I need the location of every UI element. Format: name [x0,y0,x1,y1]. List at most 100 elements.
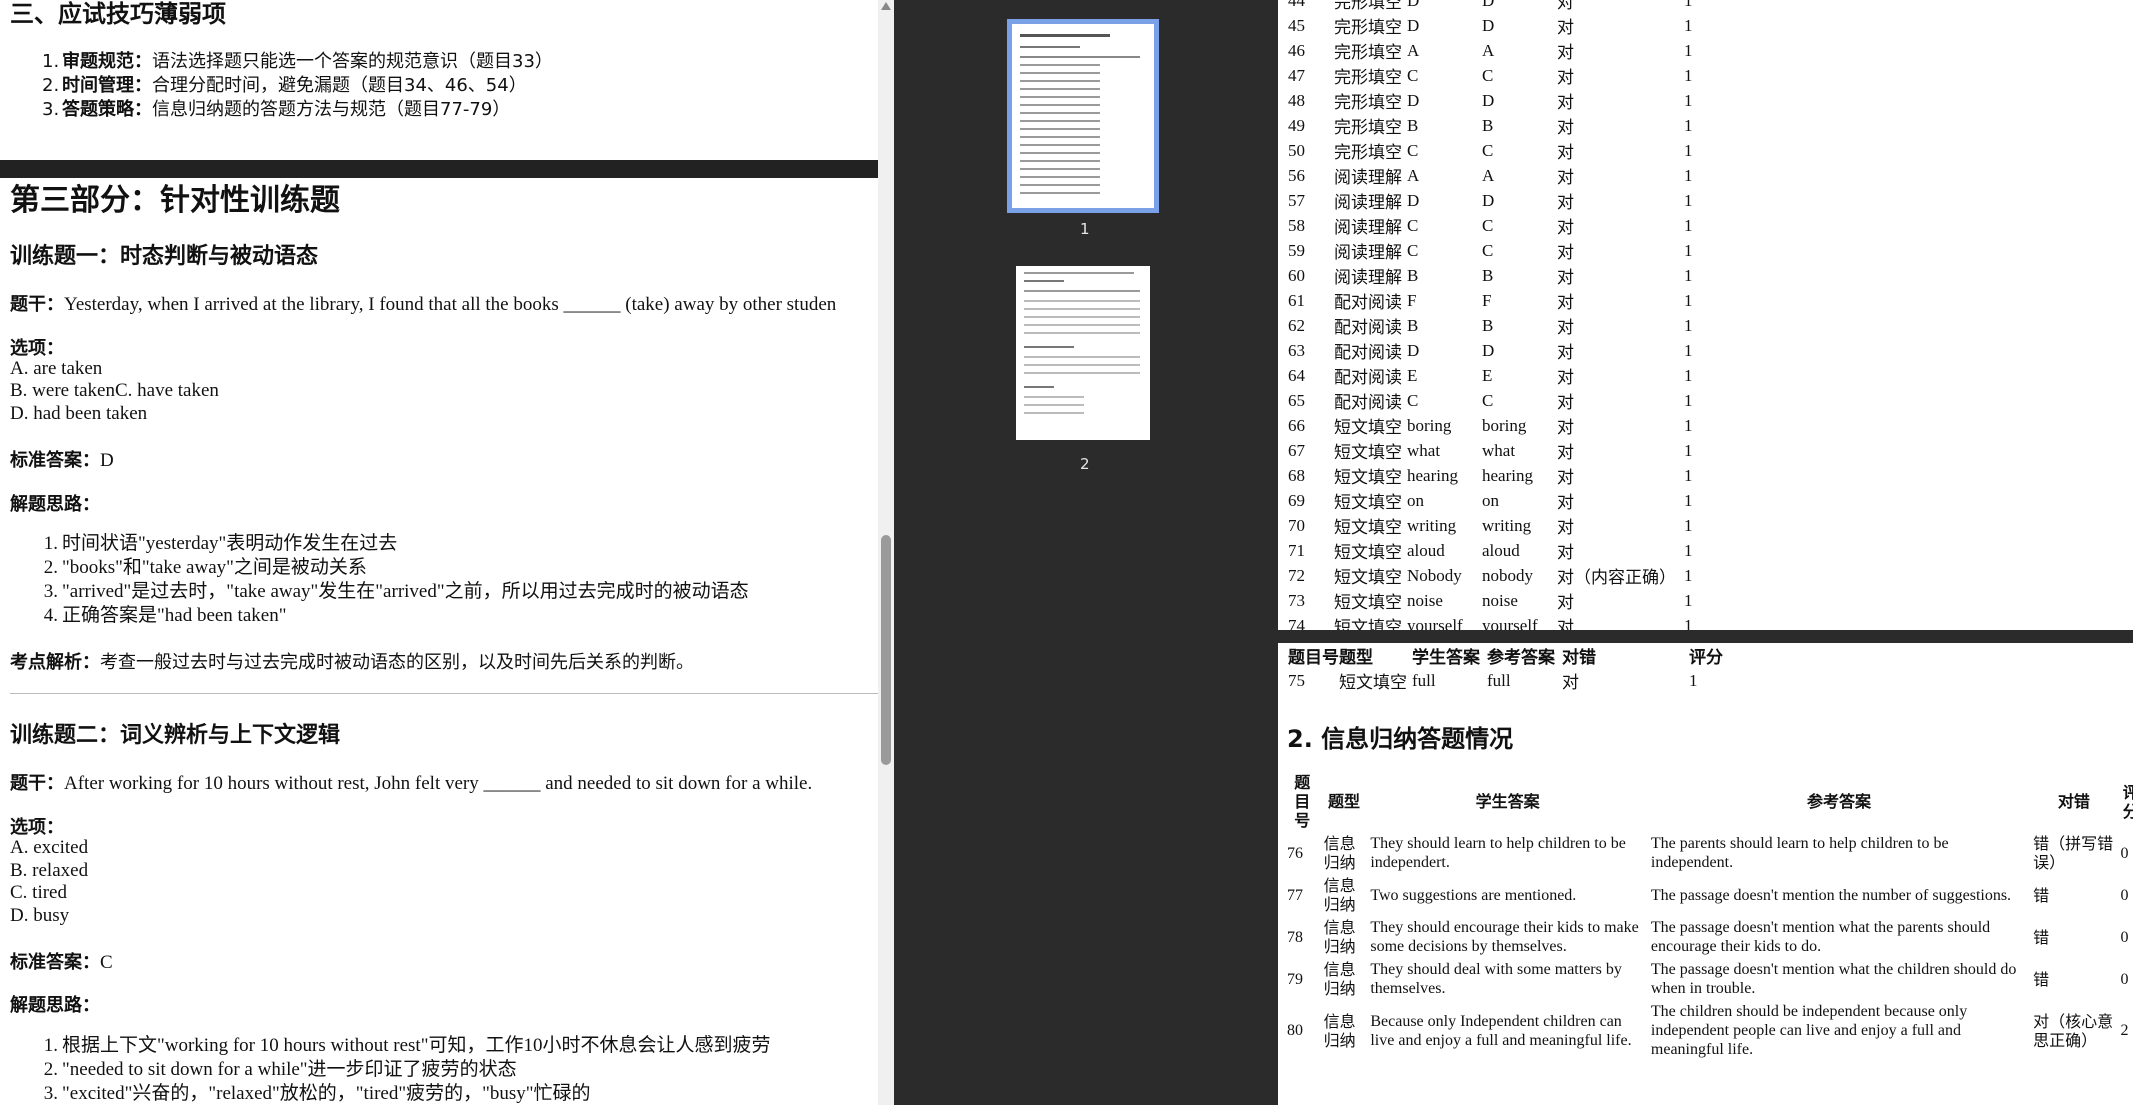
table-cell: D [1482,340,1495,360]
table-cell: 70 [1288,515,1305,535]
table-cell: 对 [1557,418,1574,438]
table-cell: 47 [1288,65,1305,85]
section-title-info-summary: 2. 信息归纳答题情况 [1287,725,1514,753]
table-row: 44 完形填空 D D 对 1 [1278,0,1724,13]
table-cell: 短文填空 [1334,443,1402,463]
table-cell: 对 [1557,18,1574,38]
table-cell: 1 [1684,565,1693,585]
table-row: 65 配对阅读 C C 对 1 [1278,388,1724,414]
table-cell: boring [1407,415,1452,435]
table-row: 79 信息归纳 They should deal with some matters… [1284,958,2133,1000]
page-1: 44 完形填空 D D 对 1 45 完形填空 D D 对 1 46 完形填空 A A 对 1 47 完形填空 C C 对 1… [1278,0,2133,630]
table-cell: They should learn to help children to be… [1370,835,1626,871]
table-cell: 阅读理解 [1334,168,1402,188]
table-cell: 48 [1288,90,1305,110]
table-cell: 80 [1287,1022,1303,1039]
document-view-right[interactable]: 44 完形填空 D D 对 1 45 完形填空 D D 对 1 46 完形填空 A A 对 1 47 完形填空 C C 对 1… [1278,0,2133,1105]
list-item: 2. "books"和"take away"之间是被动关系 [43,557,367,578]
table-cell: 对 [1557,68,1574,88]
table-cell: 阅读理解 [1334,243,1402,263]
table-cell: 配对阅读 [1334,293,1402,313]
table-cell: 对 [1557,218,1574,238]
table-cell: 对（内容正确） [1557,568,1676,588]
table-cell: 1 [1684,140,1693,160]
table-cell: C [1482,215,1494,235]
table-cell: 短文填空 [1334,543,1402,563]
table-cell: 短文填空 [1339,673,1407,693]
table-cell: 1 [1684,115,1693,135]
table-cell: A [1407,165,1420,185]
table-row: 59 阅读理解 C C 对 1 [1278,238,1724,264]
divider [10,693,878,694]
table-cell: 60 [1288,265,1305,285]
table-cell: 59 [1288,240,1305,260]
list-item: 2. 时间管理：合理分配时间，避免漏题（题目34、46、54） [42,75,527,96]
table-row: 78 信息归纳 They should encourage their kids t… [1284,916,2133,958]
table-cell: 对 [1557,368,1574,388]
table-row: 61 配对阅读 F F 对 1 [1278,288,1724,314]
scroll-up-arrow-icon[interactable] [881,2,891,10]
table-cell: A [1482,165,1495,185]
page-thumbnail-1[interactable] [1007,19,1159,213]
table-cell: C [1482,240,1494,260]
page-2: 题目号 题型 学生答案 参考答案 对错 评分 75 短文填空 full full 对 1 2. 信息归… [1278,643,2133,1105]
table-cell: 1 [1684,40,1693,60]
document-view-left[interactable]: 三、应试技巧薄弱项 1. 审题规范：语法选择题只能选一个答案的规范意识（题目33）… [0,0,878,1105]
list-item: 4. 正确答案是"had been taken" [43,605,287,626]
table-cell: 配对阅读 [1334,318,1402,338]
table-cell: 1 [1684,615,1693,631]
table-cell: 完形填空 [1334,18,1402,38]
table-row: 66 短文填空 boring boring 对 1 [1278,413,1724,439]
page-thumbnail-2[interactable] [1016,266,1150,440]
table-cell: 短文填空 [1334,618,1402,630]
table-row: 75 短文填空 full full 对 1 [1278,668,1729,694]
table-cell: 对 [1557,618,1574,630]
table-cell: The children should be independent becau… [1650,1003,1968,1058]
table-cell: 评分 [1689,648,1723,668]
table-cell: 对 [1557,543,1574,563]
table-cell: 61 [1288,290,1305,310]
table-cell: 58 [1288,215,1305,235]
table-cell: yourself [1407,615,1463,631]
table-cell: 短文填空 [1334,518,1402,538]
table-row: 46 完形填空 A A 对 1 [1278,38,1724,64]
table-cell: 对 [1557,0,1574,13]
exercise-1-analysis: 考点解析：考查一般过去时与过去完成时被动语态的区别，以及时间先后关系的判断。 [10,652,694,673]
table-cell: 1 [1684,365,1693,385]
table-cell: 错 [2033,927,2050,947]
list-item: 1. 时间状语"yesterday"表明动作发生在过去 [43,533,398,554]
table-cell: 短文填空 [1334,593,1402,613]
table-cell: 1 [1684,190,1693,210]
exercise-2-options-label: 选项： [10,817,64,838]
table-cell: 短文填空 [1334,418,1402,438]
scrollbar-thumb[interactable] [881,535,891,765]
table-cell: D [1407,15,1420,35]
table-row: 69 短文填空 on on 对 1 [1278,488,1724,514]
table-row: 63 配对阅读 D D 对 1 [1278,338,1724,364]
table-cell: 信息归纳 [1323,876,1356,914]
table-cell: 配对阅读 [1334,343,1402,363]
table-cell: 阅读理解 [1334,268,1402,288]
info-summary-table: 题目号 题型 学生答案 参考答案 对错 评分 76 信息归纳 They should lear… [1284,771,2133,1061]
table-cell: full [1412,670,1436,690]
table-cell: 信息归纳 [1323,1011,1356,1050]
option-item: B. were takenC. have taken [10,380,219,401]
table-cell: 题型 [1339,648,1373,668]
table-row: 74 短文填空 yourself yourself 对 1 [1278,613,1724,631]
table-cell: noise [1407,590,1443,610]
table-cell: 短文填空 [1334,493,1402,513]
table-cell: 45 [1288,15,1305,35]
list-item: 3. "excited"兴奋的，"relaxed"放松的，"tired"疲劳的，"… [43,1083,591,1104]
left-scrollbar[interactable] [878,0,894,1105]
table-cell: yourself [1482,615,1538,631]
table-cell: 1 [1684,165,1693,185]
table-cell: 完形填空 [1334,68,1402,88]
table-cell: 错 [2033,969,2050,989]
table-cell: 配对阅读 [1334,368,1402,388]
table-cell: 71 [1288,540,1305,560]
table-cell: 对（核心意思正确） [2033,1011,2114,1050]
table-row: 47 完形填空 C C 对 1 [1278,63,1724,89]
option-item: D. busy [10,905,70,926]
table-row: 64 配对阅读 E E 对 1 [1278,363,1724,389]
table-cell: 短文填空 [1334,468,1402,488]
